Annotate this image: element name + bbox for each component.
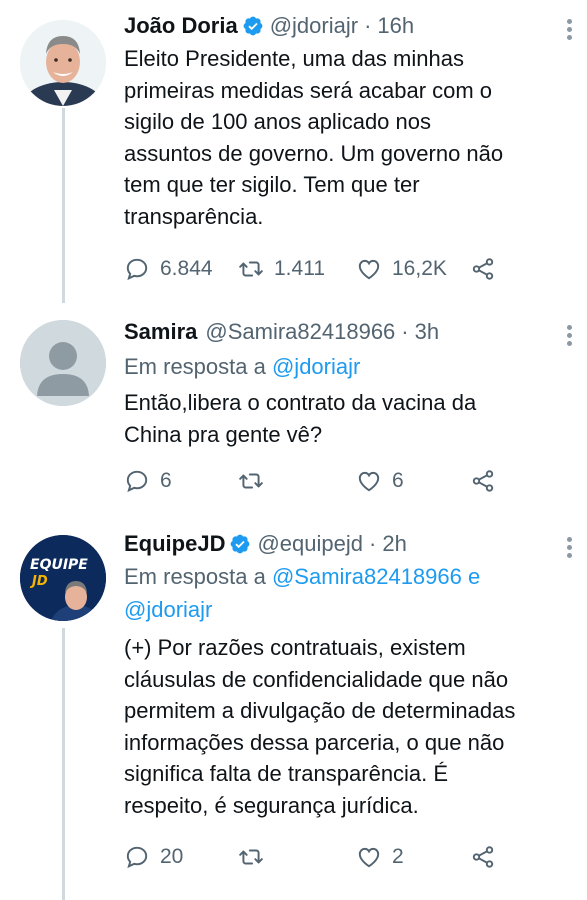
avatar-equipejd[interactable]: EQUIPE JD — [20, 535, 106, 621]
reply-to-prefix: Em resposta a — [124, 564, 266, 589]
like-button[interactable]: 16,2K — [356, 256, 447, 282]
reply-icon — [126, 258, 148, 281]
tweet-header: João Doria @jdoriajr · 16h — [124, 12, 571, 40]
author-name[interactable]: Samira — [124, 318, 197, 346]
like-icon — [358, 259, 380, 280]
tweet-text-line: sigilo de 100 anos aplicado nos — [124, 109, 432, 134]
separator-dot: · — [369, 531, 377, 556]
retweet-icon — [239, 261, 263, 277]
separator-dot: · — [401, 319, 409, 344]
tweet-actions: 6.844 1.411 16,2K — [124, 256, 564, 286]
reply-to-prefix: Em resposta a — [124, 354, 266, 379]
share-button[interactable] — [470, 468, 496, 494]
tweet-actions: 6 6 — [124, 468, 564, 498]
svg-text:EQUIPE: EQUIPE — [30, 557, 88, 573]
share-icon — [472, 846, 494, 868]
tweet-text: Eleito Presidente, uma das minhas primei… — [124, 43, 571, 232]
verified-badge-icon — [231, 534, 250, 554]
reply-button[interactable]: 6 — [124, 468, 172, 494]
share-button[interactable] — [470, 844, 496, 870]
tweet-text-line: tem que ter sigilo. Tem que ter — [124, 172, 420, 197]
reply-to-mention[interactable]: @jdoriajr — [272, 354, 360, 379]
tweet-jdoriajr[interactable]: João Doria @jdoriajr · 16h Eleito Presid… — [0, 0, 587, 318]
reply-count: 20 — [160, 845, 184, 868]
share-button[interactable] — [470, 256, 496, 282]
reply-count: 6.844 — [160, 257, 213, 280]
author-handle[interactable]: @equipejd — [257, 530, 363, 558]
like-button[interactable]: 6 — [356, 468, 404, 494]
like-button[interactable]: 2 — [356, 844, 404, 870]
tweet-text-line: transparência. — [124, 203, 264, 229]
retweet-button[interactable]: 1.411 — [238, 256, 325, 282]
tweet-text-line: assuntos de governo. Um governo não — [124, 140, 504, 166]
avatar-joao-doria[interactable] — [20, 20, 106, 106]
svg-text:JD: JD — [29, 574, 48, 589]
tweet-samira[interactable]: Samira @Samira82418966 · 3h Em resposta … — [0, 318, 587, 526]
verified-badge-icon — [243, 16, 263, 36]
tweet-text-line: significa falta de transparência. É — [124, 761, 449, 786]
reply-to-mention[interactable]: @Samira82418966 — [272, 564, 462, 589]
like-count: 16,2K — [392, 257, 447, 280]
reply-button[interactable]: 20 — [124, 844, 183, 870]
author-handle[interactable]: @Samira82418966 — [205, 318, 395, 346]
avatar-photo-icon — [20, 20, 106, 106]
reply-count: 6 — [160, 469, 172, 492]
reply-context: Em resposta a @Samira82418966 e @jdoriaj… — [124, 560, 571, 626]
tweet-header: EquipeJD @equipejd · 2h — [124, 530, 571, 558]
like-count: 2 — [392, 845, 404, 868]
reply-to-conjunction: e — [468, 564, 481, 589]
separator-dot: · — [364, 13, 372, 38]
tweet-text-line: cláusulas de confidencialidade que não — [124, 666, 509, 692]
author-handle[interactable]: @jdoriajr — [270, 12, 358, 40]
reply-button[interactable]: 6.844 — [124, 256, 213, 282]
like-icon — [358, 847, 380, 868]
author-name[interactable]: João Doria — [124, 12, 238, 40]
share-icon — [472, 258, 494, 280]
share-icon — [472, 470, 494, 492]
retweet-button[interactable] — [238, 844, 264, 870]
tweet-time[interactable]: 16h — [377, 12, 414, 40]
more-icon[interactable] — [565, 322, 573, 346]
tweet-text-line: China pra gente vê? — [124, 421, 323, 447]
tweet-text-line: permitem a divulgação de determinadas — [124, 698, 516, 723]
author-name[interactable]: EquipeJD — [124, 530, 225, 558]
reply-icon — [126, 470, 148, 493]
tweet-text: Então,libera o contrato da vacina da Chi… — [124, 387, 571, 450]
tweet-text-line: Então,libera o contrato da vacina da — [124, 390, 477, 415]
reply-icon — [126, 846, 148, 869]
tweet-header: Samira @Samira82418966 · 3h — [124, 318, 571, 346]
equipejd-logo-icon: EQUIPE JD — [20, 535, 106, 621]
retweet-icon — [239, 473, 263, 489]
more-icon[interactable] — [565, 16, 573, 40]
tweet-text-line: informações dessa parceria, o que não — [124, 729, 505, 755]
reply-to-mention[interactable]: @jdoriajr — [124, 597, 212, 622]
tweet-text-line: primeiras medidas será acabar com o — [124, 77, 493, 103]
more-icon[interactable] — [565, 534, 573, 558]
retweet-count: 1.411 — [274, 257, 325, 280]
tweet-time[interactable]: 3h — [415, 318, 439, 346]
tweet-text-line: (+) Por razões contratuais, existem — [124, 635, 466, 660]
like-count: 6 — [392, 469, 404, 492]
tweet-equipejd[interactable]: EQUIPE JD EquipeJD @equipejd · 2h Em res… — [0, 526, 587, 900]
default-profile-icon — [20, 320, 106, 406]
retweet-button[interactable] — [238, 468, 264, 494]
tweet-text-line: respeito, é segurança jurídica. — [124, 792, 419, 818]
tweet-actions: 20 2 — [124, 844, 564, 874]
avatar-samira[interactable] — [20, 320, 106, 406]
tweet-text-line: Eleito Presidente, uma das minhas — [124, 46, 464, 71]
tweet-time[interactable]: 2h — [382, 530, 406, 558]
tweet-text: (+) Por razões contratuais, existem cláu… — [124, 632, 571, 821]
retweet-icon — [239, 849, 263, 865]
like-icon — [358, 471, 380, 492]
reply-context: Em resposta a @jdoriajr — [124, 350, 571, 383]
